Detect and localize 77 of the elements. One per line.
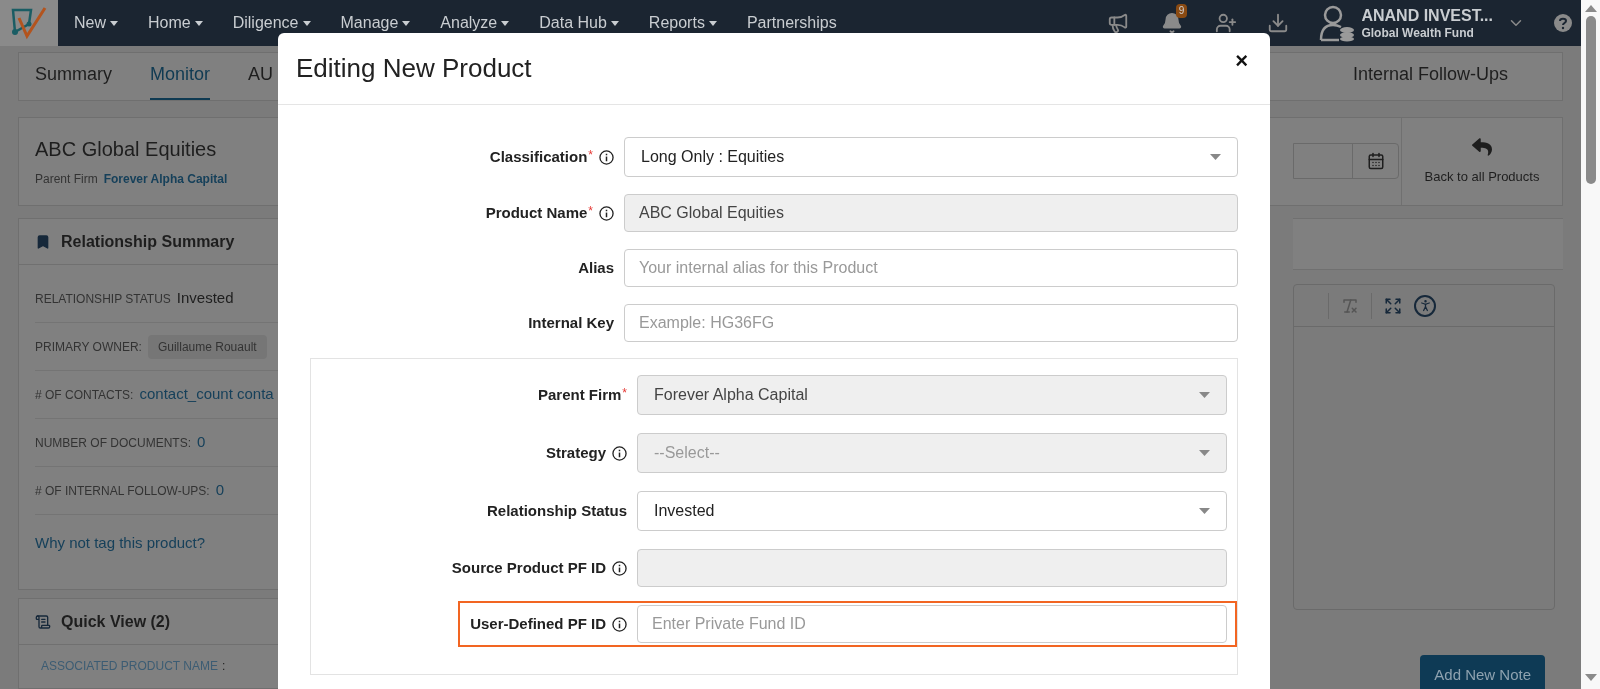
parent-firm-link[interactable]: Forever Alpha Capital (103, 170, 228, 189)
select-field[interactable]: Invested (637, 491, 1227, 531)
nav-menu-item[interactable]: Diligence (232, 11, 311, 35)
caret-icon (1199, 508, 1210, 514)
input-field[interactable]: Enter Private Fund ID (637, 605, 1227, 643)
field-label: Product Name (485, 202, 588, 223)
summary-value: Invested (176, 288, 234, 309)
tab[interactable]: Monitor (150, 60, 211, 100)
card-title: Relationship Summary (61, 231, 235, 252)
required-mark: * (622, 384, 627, 402)
card-title: Quick View (2) (61, 611, 171, 632)
nav-menu-item[interactable]: Home (148, 11, 203, 35)
field-label: User-Defined PF ID (470, 613, 606, 634)
scrollbar-thumb[interactable] (1585, 16, 1596, 184)
input-field[interactable]: Example: HG36FG (624, 304, 1238, 342)
accessibility-icon[interactable] (1414, 294, 1436, 317)
tag-link[interactable]: Why not tag this product? (35, 531, 206, 555)
download-icon[interactable] (1267, 12, 1290, 34)
field-label: Alias (578, 257, 614, 278)
bell-icon[interactable] (1161, 12, 1184, 34)
megaphone-icon[interactable] (1107, 12, 1130, 34)
select-field[interactable]: Long Only : Equities (624, 137, 1238, 177)
input-field[interactable]: Your internal alias for this Product (624, 249, 1238, 287)
summary-label: NUMBER OF DOCUMENTS: (35, 434, 191, 452)
field-label: Relationship Status (486, 500, 627, 521)
parent-firm-label: Parent Firm (35, 171, 98, 189)
date-field[interactable] (1293, 143, 1399, 180)
scroll-up-icon[interactable] (1584, 4, 1597, 14)
field-label: Parent Firm (537, 384, 622, 405)
notification-badge: 9 (1175, 4, 1188, 18)
account-name[interactable]: ANAND INVEST... (1361, 5, 1493, 26)
required-mark: * (588, 202, 593, 220)
user-coins-icon[interactable] (1319, 4, 1356, 42)
reply-icon[interactable] (1472, 136, 1492, 157)
field-label: Internal Key (528, 312, 614, 333)
caret-icon (1210, 154, 1221, 160)
account-fund: Global Wealth Fund (1361, 25, 1475, 41)
product-title: ABC Global Equities (35, 137, 218, 163)
nav-menu-item[interactable]: New (74, 11, 118, 35)
nav-menu-item[interactable]: Reports (648, 11, 717, 35)
field-label: Classification (489, 146, 588, 167)
add-note-button[interactable]: Add New Note (1420, 655, 1545, 689)
nav-menu-item[interactable]: Partnerships (746, 11, 837, 35)
tab[interactable]: Summary (35, 60, 112, 100)
summary-label: # OF CONTACTS: (35, 386, 134, 404)
caret-icon (1199, 450, 1210, 456)
nav-menu-item[interactable]: Analyze (440, 11, 510, 35)
close-button[interactable]: × (1235, 44, 1248, 77)
summary-link[interactable]: 0 (215, 479, 225, 502)
nav-menu-item[interactable]: Manage (340, 11, 411, 35)
document-icon (35, 613, 51, 630)
caret-icon (1199, 392, 1210, 398)
calendar-icon[interactable] (1366, 152, 1385, 171)
field-label: Source Product PF ID (451, 557, 606, 578)
info-icon[interactable] (599, 149, 614, 165)
expand-icon[interactable] (1384, 296, 1402, 315)
scroll-down-icon[interactable] (1584, 673, 1597, 683)
owner-chip: Guillaume Rouault (147, 334, 267, 359)
summary-label: RELATIONSHIP STATUS (35, 290, 171, 308)
bookmark-icon (35, 233, 51, 250)
summary-label: # OF INTERNAL FOLLOW-UPS: (35, 482, 210, 500)
summary-label: PRIMARY OWNER: (35, 338, 142, 356)
info-icon[interactable] (612, 616, 627, 632)
field-label: Strategy (545, 442, 606, 463)
tab[interactable]: Internal Follow-Ups (1352, 60, 1508, 100)
quick-view-label: ASSOCIATED PRODUCT NAME (41, 658, 218, 675)
separator: : (221, 658, 226, 675)
summary-link[interactable]: contact_count conta (139, 383, 274, 406)
tab[interactable]: AU (248, 60, 274, 100)
back-link[interactable]: Back to all Products (1424, 166, 1540, 187)
add-user-icon[interactable] (1215, 12, 1238, 34)
summary-link[interactable]: 0 (197, 431, 206, 454)
scrollbar[interactable] (1581, 0, 1600, 689)
dialog-title: Editing New Product (296, 52, 532, 85)
nav-menu-item[interactable]: Data Hub (539, 11, 619, 35)
help-icon[interactable] (1553, 13, 1573, 33)
required-mark: * (588, 146, 593, 164)
